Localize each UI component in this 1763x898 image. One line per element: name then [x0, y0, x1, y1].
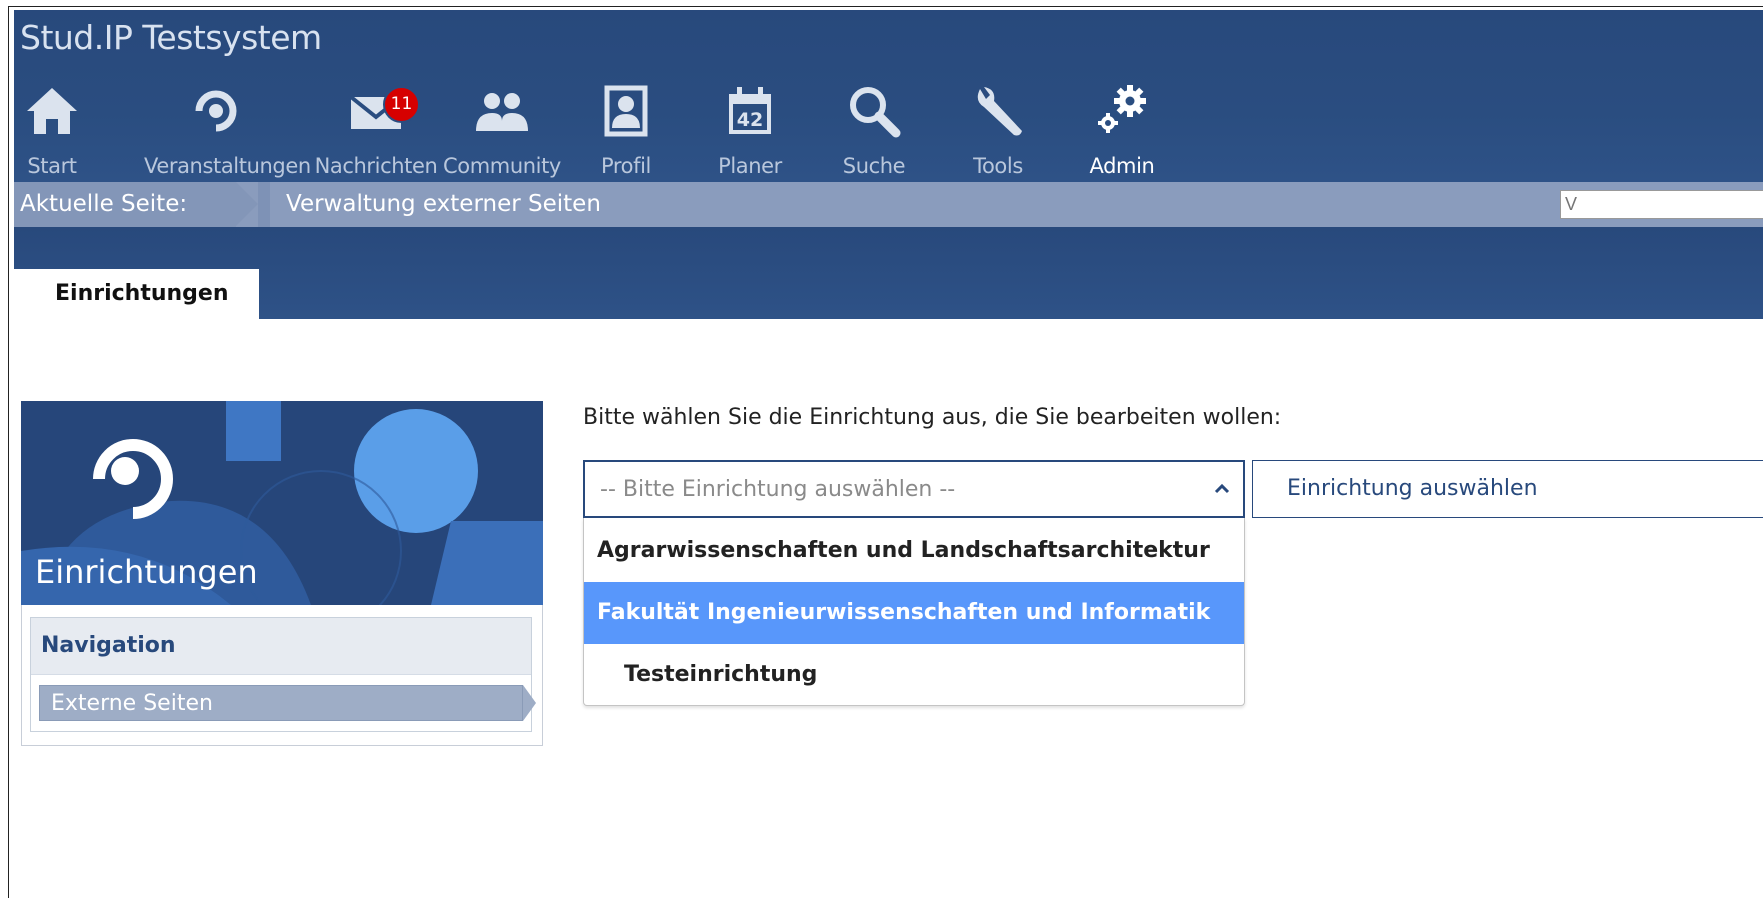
breadcrumb-current-page[interactable]: Verwaltung externer Seiten [286, 182, 601, 227]
sidebar-title: Einrichtungen [35, 553, 258, 591]
svg-text:42: 42 [737, 109, 763, 131]
nav-profil[interactable]: Profil [564, 78, 688, 182]
sidebar-item-externe-seiten[interactable]: Externe Seiten [39, 685, 523, 721]
navigation-header: Navigation [31, 618, 531, 675]
nav-admin[interactable]: Admin [1060, 78, 1184, 182]
tab-einrichtungen[interactable]: Einrichtungen [14, 269, 259, 319]
sidebar-navigation-box: Navigation Externe Seiten [21, 605, 543, 746]
search-icon [846, 83, 902, 143]
top-header: Stud.IP Testsystem Start Veranstaltungen… [14, 10, 1763, 182]
sidebar-header-image: Einrichtungen [21, 401, 543, 605]
community-icon [472, 87, 532, 139]
select-placeholder: -- Bitte Einrichtung auswählen -- [600, 477, 956, 502]
seminar-icon [189, 84, 243, 142]
navigation-widget: Navigation Externe Seiten [30, 617, 536, 732]
nav-start-label: Start [27, 154, 77, 178]
breadcrumb-separator [258, 182, 270, 227]
select-institute-button[interactable]: Einrichtung auswählen [1252, 460, 1763, 518]
nav-planer[interactable]: 42 Planer [688, 78, 812, 182]
nav-nachrichten[interactable]: 11 Nachrichten [314, 78, 438, 182]
nav-tools[interactable]: Tools [936, 78, 1060, 182]
site-title: Stud.IP Testsystem [20, 18, 322, 57]
home-icon [25, 84, 79, 142]
admin-gears-icon [1092, 81, 1152, 145]
nav-community[interactable]: Community [440, 78, 564, 182]
breadcrumb: Aktuelle Seite: Verwaltung externer Seit… [14, 182, 1763, 227]
institute-select[interactable]: -- Bitte Einrichtung auswählen -- [583, 460, 1245, 518]
nav-veranstaltungen[interactable]: Veranstaltungen [144, 78, 311, 182]
nav-profil-label: Profil [601, 154, 651, 178]
calendar-icon: 42 [725, 84, 775, 142]
chevron-up-icon [1213, 480, 1231, 502]
nav-admin-label: Admin [1089, 154, 1155, 178]
wrench-icon [970, 83, 1026, 143]
institute-dropdown-list: Agrarwissenschaften und Landschaftsarchi… [583, 518, 1245, 706]
dropdown-option-highlighted[interactable]: Fakultät Ingenieurwissenschaften und Inf… [584, 582, 1244, 644]
nav-suche-label: Suche [842, 154, 906, 178]
nav-suche[interactable]: Suche [812, 78, 936, 182]
dropdown-option[interactable]: Testeinrichtung [584, 644, 1244, 706]
profile-icon [603, 84, 649, 142]
nav-tools-label: Tools [973, 154, 1023, 178]
breadcrumb-label: Aktuelle Seite: [14, 182, 236, 227]
selection-prompt: Bitte wählen Sie die Einrichtung aus, di… [583, 405, 1282, 430]
dropdown-group-label: Agrarwissenschaften und Landschaftsarchi… [597, 538, 1210, 563]
active-item-arrow [523, 685, 536, 721]
nav-veranstaltungen-label: Veranstaltungen [144, 154, 311, 178]
nav-planer-label: Planer [718, 154, 782, 178]
breadcrumb-arrow [236, 182, 258, 226]
unread-badge: 11 [383, 86, 420, 123]
quicksearch-input[interactable] [1560, 190, 1763, 219]
tab-bar: Einrichtungen [14, 227, 1763, 319]
nav-community-label: Community [443, 154, 561, 178]
nav-start[interactable]: Start [0, 78, 114, 182]
nav-nachrichten-label: Nachrichten [314, 154, 438, 178]
